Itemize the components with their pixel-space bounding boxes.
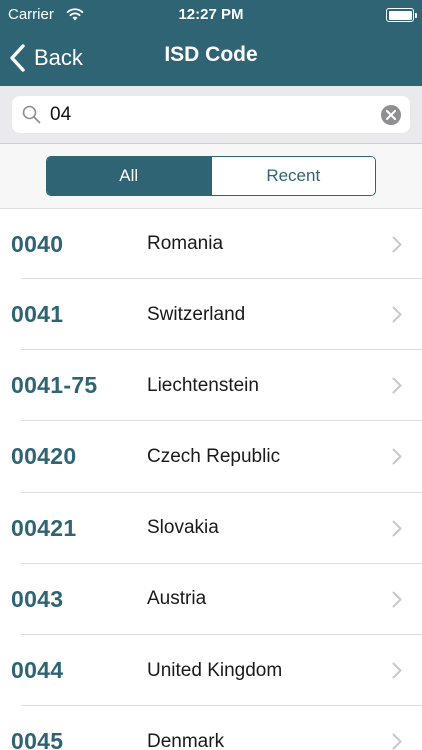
- country-name: Liechtenstein: [147, 374, 259, 396]
- chevron-right-icon: [392, 662, 402, 679]
- isd-code: 0043: [11, 585, 64, 612]
- status-bar: Carrier 12:27 PM: [0, 0, 422, 30]
- list-item[interactable]: 0045 Denmark: [0, 706, 422, 750]
- country-name: United Kingdom: [147, 659, 283, 681]
- chevron-right-icon: [392, 377, 402, 394]
- isd-code: 0041: [11, 301, 64, 328]
- segmented-control: All Recent: [46, 156, 376, 196]
- search-field[interactable]: [12, 96, 410, 133]
- isd-code: 0044: [11, 657, 64, 684]
- back-label: Back: [34, 45, 83, 70]
- list-item[interactable]: 00421 Slovakia: [0, 493, 422, 564]
- chevron-right-icon: [392, 236, 402, 252]
- list-item[interactable]: 0044 United Kingdom: [0, 635, 422, 707]
- list-item[interactable]: 0043 Austria: [0, 564, 422, 636]
- header: Carrier 12:27 PM Back ISD Code: [0, 0, 422, 86]
- list-item[interactable]: 0040 Romania: [0, 209, 422, 279]
- back-button[interactable]: Back: [8, 38, 83, 78]
- country-name: Austria: [147, 588, 207, 610]
- battery-icon: [386, 8, 417, 22]
- clear-icon[interactable]: [381, 105, 401, 125]
- country-name: Slovakia: [147, 517, 219, 539]
- isd-code: 00421: [11, 514, 77, 541]
- country-name: Switzerland: [147, 303, 246, 325]
- list-item[interactable]: 0041-75 Liechtenstein: [0, 350, 422, 422]
- search-input[interactable]: [50, 100, 370, 129]
- segment-all[interactable]: All: [47, 157, 211, 195]
- country-name: Denmark: [147, 730, 225, 750]
- status-time: 12:27 PM: [178, 6, 244, 23]
- nav-bar: Back ISD Code: [0, 30, 422, 86]
- chevron-right-icon: [392, 306, 402, 323]
- chevron-right-icon: [392, 520, 402, 537]
- search-icon: [22, 105, 41, 124]
- chevron-right-icon: [392, 733, 402, 750]
- segment-recent[interactable]: Recent: [210, 157, 375, 195]
- chevron-right-icon: [392, 591, 402, 608]
- chevron-right-icon: [392, 448, 402, 465]
- isd-code: 00420: [11, 443, 77, 470]
- search-bar: [0, 86, 422, 144]
- country-name: Czech Republic: [147, 445, 281, 467]
- isd-code: 0045: [11, 728, 64, 750]
- list-item[interactable]: 00420 Czech Republic: [0, 421, 422, 493]
- isd-code-list: 0040 Romania 0041 Switzerland 0041-75 Li…: [0, 209, 422, 750]
- country-name: Romania: [147, 233, 224, 254]
- isd-code: 0041-75: [11, 372, 98, 399]
- chevron-left-icon: [10, 44, 25, 72]
- list-item[interactable]: 0041 Switzerland: [0, 279, 422, 351]
- isd-code: 0040: [11, 230, 64, 257]
- segment-bar: All Recent: [0, 144, 422, 209]
